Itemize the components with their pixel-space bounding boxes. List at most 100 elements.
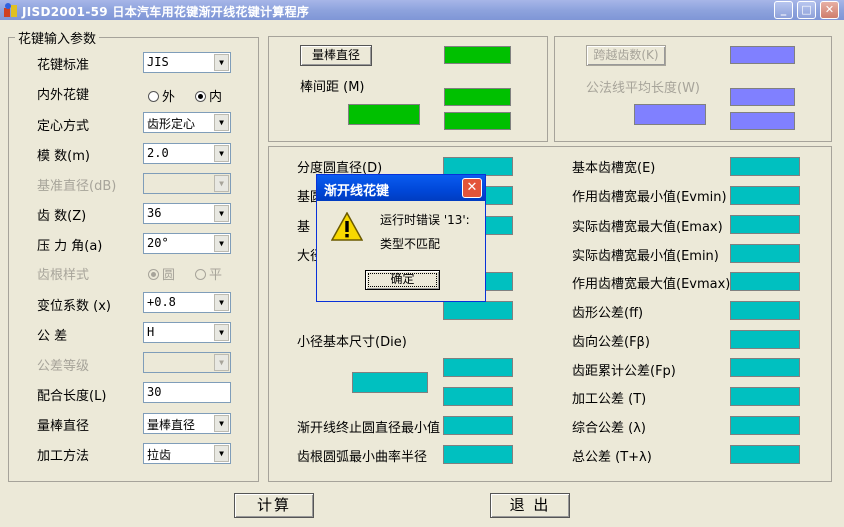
root-fillet-value [443,445,513,464]
chevron-down-icon[interactable]: ▼ [214,175,229,192]
dialog-message-line2: 类型不匹配 [380,237,441,251]
root-fillet-label: 齿根圆弧最小曲率半径 [297,450,428,465]
eff-space-min-label: 作用齿槽宽最小值(Evmin) [572,190,727,205]
involute-end-label: 渐开线终止圆直径最小值 [297,421,441,436]
maximize-button[interactable]: □ [797,1,816,19]
chevron-down-icon[interactable]: ▼ [214,445,229,462]
act-space-max-value [730,215,800,234]
error-dialog: 渐开线花键 ✕ 运行时错误 '13': 类型不匹配 确定 [316,174,486,302]
base-label-2: 基 [297,220,311,235]
rod-distance-label: 棒间距 (M) [300,80,365,95]
process-label: 加工方法 [37,449,90,464]
machining-tol-label: 加工公差 (T) [572,392,647,407]
chevron-down-icon[interactable]: ▼ [214,354,229,371]
eff-space-max-label: 作用齿槽宽最大值(Evmax) [572,277,731,292]
tolerance-select[interactable]: H ▼ [143,322,231,343]
inner-outer-label: 内外花键 [37,88,90,103]
shift-coef-select[interactable]: +0.8 ▼ [143,292,231,313]
fit-length-input[interactable]: 30 [143,382,231,403]
span-length-label: 公法线平均长度(W) [586,81,700,96]
rod-distance-result-2 [444,112,511,130]
chevron-down-icon[interactable]: ▼ [214,415,229,432]
span-length-result-main [634,104,706,125]
rod-dia-button[interactable]: 量棒直径 [300,45,372,66]
module-label: 模 数(m) [37,149,90,164]
rod-dia-result [444,46,511,64]
tol-grade-label: 公差等级 [37,359,90,374]
teeth-select[interactable]: 36 ▼ [143,203,231,224]
root-style-label: 齿根样式 [37,268,90,283]
input-group-legend: 花键输入参数 [15,28,100,47]
process-select[interactable]: 拉齿 ▼ [143,443,231,464]
lead-tol-label: 齿向公差(Fβ) [572,335,650,350]
dialog-close-button[interactable]: ✕ [462,178,482,198]
exit-button[interactable]: 退 出 [490,493,570,518]
pitch-cum-tol-value [730,358,800,377]
grand-tol-value [730,445,800,464]
tol-grade-select[interactable]: ▼ [143,352,231,373]
span-teeth-button[interactable]: 跨越齿数(K) [586,45,666,66]
chevron-down-icon[interactable]: ▼ [214,205,229,222]
title-bar: JISD2001-59 日本汽车用花键渐开线花键计算程序 _ □ ✕ [0,0,844,20]
centering-select[interactable]: 齿形定心 ▼ [143,112,231,133]
act-space-max-label: 实际齿槽宽最大值(Emax) [572,220,723,235]
minor-dia-value-1 [443,358,513,377]
warning-icon [331,212,363,241]
pressure-angle-label: 压 力 角(a) [37,239,103,254]
minimize-button[interactable]: _ [774,1,793,19]
grand-tol-label: 总公差 (T+λ) [572,450,652,465]
chevron-down-icon[interactable]: ▼ [214,294,229,311]
radio-inner[interactable]: 内 [195,86,222,105]
close-button[interactable]: ✕ [820,1,839,19]
profile-tol-label: 齿形公差(ff) [572,306,644,321]
span-length-result-2 [730,112,795,130]
dialog-title-bar: 渐开线花键 ✕ [317,175,485,201]
chevron-down-icon[interactable]: ▼ [214,145,229,162]
standard-label: 花键标准 [37,58,90,73]
module-select[interactable]: 2.0 ▼ [143,143,231,164]
rod-dia-label: 量棒直径 [37,419,90,434]
involute-end-value [443,416,513,435]
minor-dia-label: 小径基本尺寸(Die) [297,335,407,350]
pressure-angle-select[interactable]: 20° ▼ [143,233,231,254]
total-tol-value [730,416,800,435]
minor-dia-value-main [352,372,428,393]
standard-select[interactable]: JIS ▼ [143,52,231,73]
profile-tol-value [730,301,800,320]
base-dia-select[interactable]: ▼ [143,173,231,194]
basic-space-value [730,157,800,176]
eff-space-min-value [730,186,800,205]
main-window: JISD2001-59 日本汽车用花键渐开线花键计算程序 _ □ ✕ 花键输入参… [0,0,844,527]
act-space-min-label: 实际齿槽宽最小值(Emin) [572,249,719,264]
rod-distance-result-main [348,104,420,125]
lead-tol-value [730,330,800,349]
chevron-down-icon[interactable]: ▼ [214,235,229,252]
major-dia-value-2 [443,301,513,320]
rod-distance-result-1 [444,88,511,106]
teeth-label: 齿 数(Z) [37,209,87,224]
act-space-min-value [730,244,800,263]
dialog-message-line1: 运行时错误 '13': [380,213,470,227]
chevron-down-icon[interactable]: ▼ [214,54,229,71]
minor-dia-value-2 [443,387,513,406]
eff-space-max-value [730,272,800,291]
dialog-ok-button[interactable]: 确定 [365,270,440,290]
chevron-down-icon[interactable]: ▼ [214,324,229,341]
pitch-cum-tol-label: 齿距累计公差(Fp) [572,364,676,379]
dialog-title: 渐开线花键 [324,184,390,199]
window-title: JISD2001-59 日本汽车用花键渐开线花键计算程序 [22,5,310,19]
chevron-down-icon[interactable]: ▼ [214,114,229,131]
tolerance-label: 公 差 [37,329,68,344]
radio-outer[interactable]: 外 [148,86,175,105]
radio-flat[interactable]: 平 [195,264,222,283]
app-icon[interactable] [3,2,19,18]
centering-label: 定心方式 [37,119,90,134]
span-teeth-result [730,46,795,64]
total-tol-label: 综合公差 (λ) [572,421,646,436]
basic-space-label: 基本齿槽宽(E) [572,161,656,176]
calc-button[interactable]: 计算 [234,493,314,518]
rod-dia-select[interactable]: 量棒直径 ▼ [143,413,231,434]
radio-round[interactable]: 圆 [148,264,175,283]
fit-length-label: 配合长度(L) [37,389,107,404]
span-length-result-1 [730,88,795,106]
